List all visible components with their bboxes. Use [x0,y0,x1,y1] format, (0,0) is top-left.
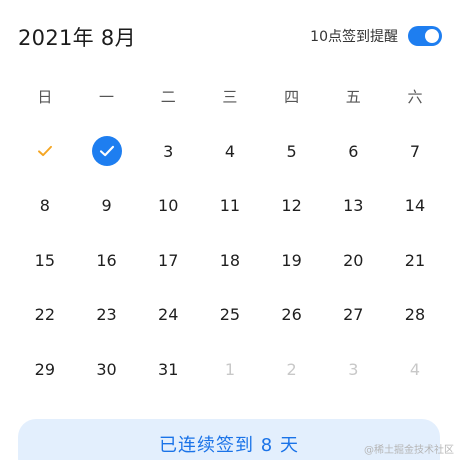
day-number: 11 [219,196,241,216]
day-number: 29 [34,359,56,379]
month-title: 2021年 8月 [18,26,136,50]
day-number: 8 [39,196,50,216]
weekday-sat: 六 [407,88,423,106]
toggle-knob [425,29,439,43]
day-number: 14 [404,196,426,216]
day-number: 1 [224,359,235,379]
week-row: 3 4 5 6 7 [14,124,446,179]
day-cell[interactable]: 24 [137,288,199,343]
day-number: 2 [286,359,297,379]
day-cell[interactable]: 1 [199,342,261,397]
week-row: 29 30 31 1 2 3 4 [14,342,446,397]
weekday-fri: 五 [345,88,361,106]
day-cell[interactable]: 17 [137,233,199,288]
day-number: 20 [343,250,364,270]
weekday-mon: 一 [99,88,115,106]
day-number: 24 [158,305,179,325]
reminder-toggle[interactable] [408,26,442,46]
day-cell[interactable]: 13 [322,179,384,234]
week-row: 8 9 10 11 12 13 14 [14,179,446,234]
day-cell[interactable]: 10 [137,179,199,234]
day-cell[interactable]: 22 [14,288,76,343]
weekday-wed: 三 [222,88,238,106]
day-number: 26 [281,305,302,325]
day-cell[interactable]: 5 [261,124,323,179]
day-number: 31 [158,359,179,379]
day-cell[interactable] [76,124,138,179]
day-number: 17 [158,250,179,270]
day-cell[interactable]: 23 [76,288,138,343]
day-number: 9 [101,196,112,216]
day-cell[interactable]: 3 [322,342,384,397]
calendar-grid: 3 4 5 6 7 8 9 10 11 12 13 14 15 16 17 18 19 20 21 22 23 24 25 2… [14,124,446,397]
day-cell[interactable]: 19 [261,233,323,288]
day-cell[interactable]: 4 [199,124,261,179]
day-cell[interactable]: 18 [199,233,261,288]
day-number: 18 [219,250,241,270]
day-number: 10 [158,196,179,216]
day-number: 22 [34,305,56,325]
check-circle-icon [91,136,122,167]
reminder-label: 10点签到提醒 [310,29,398,45]
day-cell[interactable]: 20 [322,233,384,288]
day-cell[interactable]: 12 [261,179,323,234]
calendar-header: 2021年 8月 10点签到提醒 [0,0,460,72]
day-cell[interactable]: 15 [14,233,76,288]
watermark: @稀土掘金技术社区 [364,445,454,456]
day-cell[interactable]: 30 [76,342,138,397]
day-number: 5 [286,141,297,161]
day-number: 4 [224,141,235,161]
day-number: 19 [281,250,302,270]
weekday-sun: 日 [37,88,53,106]
day-number: 12 [281,196,302,216]
day-cell[interactable]: 7 [384,124,446,179]
day-cell[interactable]: 25 [199,288,261,343]
weekday-header: 日 一 二 三 四 五 六 [14,86,446,107]
day-cell[interactable]: 31 [137,342,199,397]
day-cell[interactable]: 28 [384,288,446,343]
day-cell[interactable]: 29 [14,342,76,397]
day-cell[interactable]: 11 [199,179,261,234]
day-number: 3 [348,359,359,379]
day-cell[interactable]: 14 [384,179,446,234]
day-number: 25 [219,305,241,325]
weekday-tue: 二 [160,88,176,106]
day-cell[interactable]: 2 [261,342,323,397]
day-number: 30 [96,359,117,379]
day-number: 6 [348,141,359,161]
day-number: 13 [343,196,364,216]
day-cell[interactable]: 4 [384,342,446,397]
day-number: 7 [409,141,421,161]
day-number: 15 [34,250,56,270]
day-number: 23 [96,305,117,325]
day-number: 21 [404,250,426,270]
reminder-setting: 10点签到提醒 [310,23,442,49]
check-mark-icon [37,146,52,157]
day-cell[interactable] [14,124,76,179]
day-number: 28 [404,305,426,325]
day-cell[interactable]: 21 [384,233,446,288]
day-number: 27 [343,305,364,325]
day-cell[interactable]: 8 [14,179,76,234]
day-cell[interactable]: 9 [76,179,138,234]
day-number: 4 [409,359,421,379]
day-number: 16 [96,250,117,270]
week-row: 22 23 24 25 26 27 28 [14,288,446,343]
day-cell[interactable]: 27 [322,288,384,343]
day-cell[interactable]: 3 [137,124,199,179]
weekday-thu: 四 [284,88,300,106]
day-number: 3 [163,141,174,161]
day-cell[interactable]: 16 [76,233,138,288]
streak-text: 已连续签到 8 天 [159,435,299,456]
week-row: 15 16 17 18 19 20 21 [14,233,446,288]
day-cell[interactable]: 26 [261,288,323,343]
day-cell[interactable]: 6 [322,124,384,179]
check-mark-icon [99,146,114,157]
